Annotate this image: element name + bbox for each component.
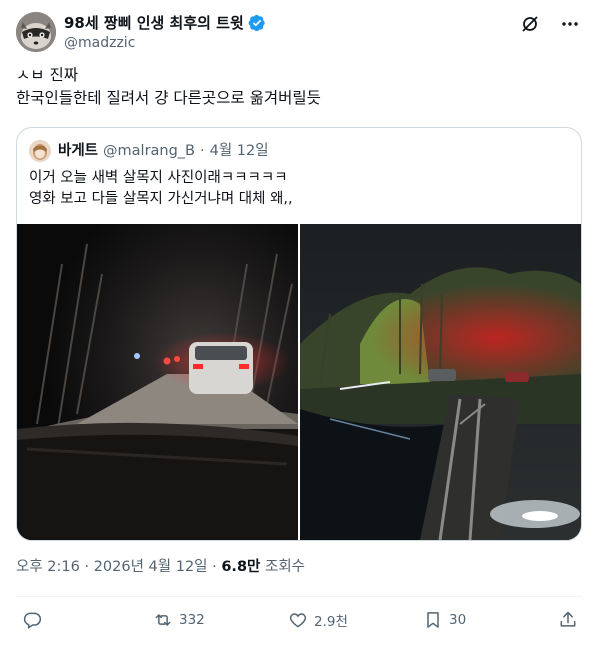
grok-icon — [522, 16, 538, 32]
night-road-photo-icon — [17, 224, 298, 540]
quote-author-handle: @malrang_B — [103, 143, 196, 159]
verified-badge-icon — [248, 14, 265, 32]
tweet-header: 98세 짱삐 인생 최후의 트윗 @madzzic — [16, 12, 582, 54]
like-count: 2.9천 — [314, 614, 348, 630]
quote-date: 4월 12일 — [209, 143, 269, 159]
heart-icon — [289, 613, 307, 628]
reply-button[interactable] — [22, 608, 48, 632]
raccoon-avatar-icon — [16, 12, 56, 52]
quote-avatar-icon — [29, 140, 51, 162]
quote-text-line: 영화 보고 다들 살목지 가신거냐며 대체 왜,, — [29, 191, 293, 207]
quoted-tweet[interactable]: 바게트 @malrang_B · 4월 12일 이거 오늘 새벽 살목지 사진이… — [16, 127, 582, 541]
meta-separator: · — [212, 559, 217, 575]
author-avatar[interactable] — [16, 12, 56, 52]
retweet-count: 332 — [179, 612, 205, 628]
view-count-label: 조회수 — [264, 559, 306, 575]
header-actions — [520, 14, 580, 34]
author-display-name[interactable]: 98세 짱삐 인생 최후의 트윗 — [64, 13, 244, 33]
tweet-time[interactable]: 오후 2:16 — [16, 559, 80, 575]
tweet-text: ㅅㅂ 진짜 한국인들한테 질려서 걍 다른곳으로 옮겨버릴듯 — [16, 64, 582, 110]
quote-text: 이거 오늘 새벽 살목지 사진이래ㅋㅋㅋㅋㅋ 영화 보고 다들 살목지 가신거냐… — [29, 168, 569, 210]
tweet-meta: 오후 2:16 · 2026년 4월 12일 · 6.8만 조회수 — [16, 557, 305, 577]
tweet-text-line: 한국인들한테 질려서 걍 다른곳으로 옮겨버릴듯 — [16, 89, 321, 107]
more-options-button[interactable] — [560, 14, 580, 34]
retweet-button[interactable]: 332 — [153, 608, 205, 632]
night-reservoir-photo-icon — [300, 224, 581, 540]
media-photo-1[interactable] — [17, 224, 298, 540]
meta-separator: · — [84, 559, 90, 575]
media-photo-2[interactable] — [300, 224, 581, 540]
tweet-date[interactable]: 2026년 4월 12일 — [94, 559, 208, 575]
more-dots-icon — [562, 22, 578, 26]
quote-text-line: 이거 오늘 새벽 살목지 사진이래ㅋㅋㅋㅋㅋ — [29, 170, 288, 186]
quote-separator: · — [200, 143, 205, 159]
quote-header: 바게트 @malrang_B · 4월 12일 — [29, 140, 269, 162]
author-name-row: 98세 짱삐 인생 최후의 트윗 — [64, 13, 266, 33]
share-icon — [560, 611, 576, 627]
reply-icon — [23, 612, 42, 629]
retweet-icon — [155, 614, 171, 626]
bookmark-icon — [427, 612, 439, 628]
action-bar: 332 2.9천 30 — [16, 608, 582, 632]
bookmark-count: 30 — [449, 612, 467, 628]
grok-button[interactable] — [520, 14, 540, 34]
tweet-text-line: ㅅㅂ 진짜 — [16, 66, 78, 84]
actions-divider — [16, 596, 582, 597]
author-handle[interactable]: @madzzic — [64, 34, 135, 52]
share-button[interactable] — [558, 608, 578, 632]
like-button[interactable]: 2.9천 — [288, 608, 348, 632]
tweet-card: 98세 짱삐 인생 최후의 트윗 @madzzic ㅅㅂ 진짜 한국인들한테 질… — [0, 0, 598, 645]
bookmark-button[interactable]: 30 — [423, 608, 466, 632]
quote-author-name: 바게트 — [58, 143, 99, 159]
quote-author-avatar — [29, 140, 51, 162]
quote-media — [17, 224, 581, 540]
view-count: 6.8만 — [221, 559, 261, 575]
